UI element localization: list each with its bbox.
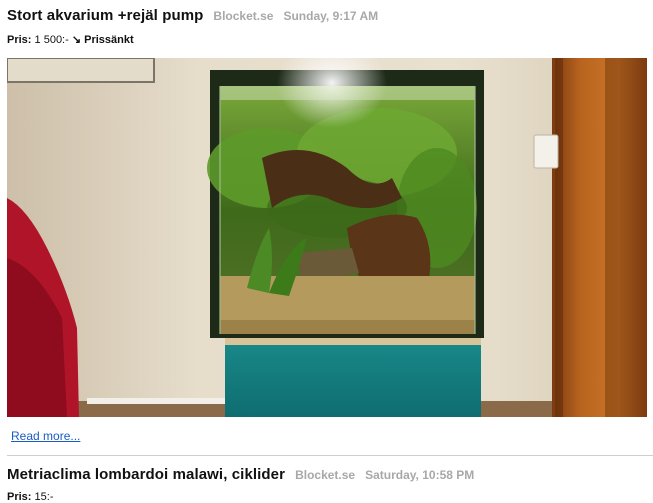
price-drop-note: Prissänkt	[84, 34, 134, 46]
item-header: Stort akvarium +rejäl pump Blocket.se Sund…	[7, 7, 378, 25]
item-title[interactable]: Stort akvarium +rejäl pump	[7, 7, 203, 24]
price-value: 15:-	[34, 491, 54, 503]
item-title[interactable]: Metriaclima lombardoi malawi, ciklider	[7, 466, 285, 483]
price-label: Pris:	[7, 491, 32, 503]
item-price: Pris: 1 500:- ↘ Prissänkt	[7, 33, 134, 46]
price-value: 1 500:-	[34, 34, 69, 46]
item-photo[interactable]: b	[7, 58, 647, 417]
price-label: Pris:	[7, 34, 32, 46]
item-source: Blocket.se	[295, 468, 356, 482]
item-time: Sunday, 9:17 AM	[283, 9, 379, 23]
aquarium-photo	[7, 58, 647, 417]
price-drop-arrow-icon: ↘	[71, 34, 82, 46]
item-source: Blocket.se	[213, 9, 274, 23]
read-more-link[interactable]: Read more...	[11, 429, 80, 443]
item-time: Saturday, 10:58 PM	[365, 468, 475, 482]
item-divider	[7, 455, 653, 456]
item-price: Pris: 15:-	[7, 491, 54, 503]
item-header: Metriaclima lombardoi malawi, ciklider Bl…	[7, 466, 474, 484]
